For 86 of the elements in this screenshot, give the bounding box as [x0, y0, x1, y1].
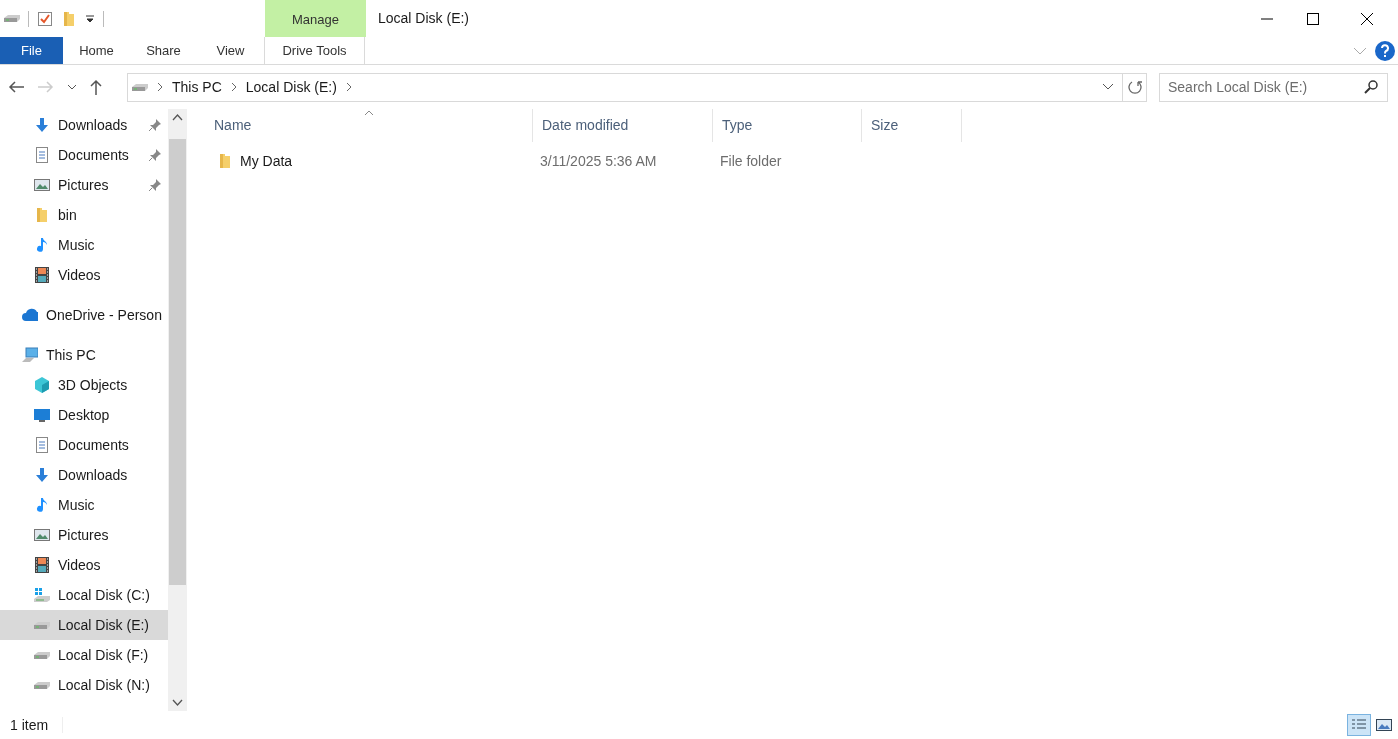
- film-icon: [34, 267, 50, 283]
- music-note-icon: [34, 497, 50, 513]
- cube-icon: [34, 377, 50, 393]
- film-icon: [34, 557, 50, 573]
- sidebar-item[interactable]: Pictures: [0, 520, 168, 550]
- column-header[interactable]: Size: [862, 109, 962, 142]
- computer-icon: [22, 347, 38, 363]
- item-count: 1 item: [10, 715, 49, 735]
- date-cell-text: 3/11/2025 5:36 AM: [539, 151, 658, 171]
- sidebar-item[interactable]: Pictures: [0, 170, 168, 200]
- download-icon: [34, 467, 50, 483]
- picture-icon: [34, 527, 50, 543]
- sidebar-item[interactable]: This PC: [0, 340, 168, 370]
- sidebar-item[interactable]: Downloads: [0, 460, 168, 490]
- large-icons-view-icon: [1376, 719, 1392, 731]
- file-name[interactable]: My Data: [240, 150, 293, 172]
- chevron-icon: [345, 82, 352, 92]
- sidebar-item[interactable]: bin: [0, 200, 168, 230]
- folder-icon: [217, 153, 231, 169]
- ribbon-tab[interactable]: Drive Tools: [264, 37, 365, 64]
- pin-icon[interactable]: [148, 148, 162, 162]
- sidebar-item[interactable]: Desktop: [0, 400, 168, 430]
- drive-icon: [34, 651, 50, 659]
- download-icon: [34, 117, 50, 133]
- chevron-icon: [230, 82, 237, 92]
- sidebar-item[interactable]: Videos: [0, 550, 168, 580]
- refresh-button[interactable]: [1123, 72, 1147, 102]
- details-view-icon: [1352, 719, 1366, 731]
- pin-icon[interactable]: [148, 118, 162, 132]
- drive-icon: [34, 587, 50, 603]
- ribbon-tab[interactable]: View: [197, 37, 264, 64]
- up-icon[interactable]: [90, 79, 102, 95]
- help-icon: [1380, 43, 1390, 58]
- scrollbar[interactable]: [168, 109, 187, 711]
- close-icon: [1361, 12, 1373, 25]
- picture-icon: [34, 177, 50, 193]
- column-header[interactable]: Type: [713, 109, 862, 142]
- sidebar-item[interactable]: Documents: [0, 140, 168, 170]
- drive-icon: [34, 621, 50, 629]
- sidebar-item[interactable]: Local Disk (F:): [0, 640, 168, 670]
- drive-icon: [4, 15, 20, 22]
- expand-ribbon-icon[interactable]: [1353, 45, 1367, 56]
- back-icon[interactable]: [8, 80, 24, 94]
- manage-tab-header: Manage: [265, 0, 366, 37]
- ribbon-tab[interactable]: File: [0, 37, 63, 64]
- cloud-icon: [22, 307, 38, 323]
- dropdown-icon[interactable]: [1102, 83, 1114, 91]
- sidebar-item[interactable]: Local Disk (C:): [0, 580, 168, 610]
- search-field[interactable]: Search Local Disk (E:): [1159, 72, 1388, 102]
- search-icon: [1364, 79, 1378, 94]
- sidebar-item[interactable]: Documents: [0, 430, 168, 460]
- ribbon-tab[interactable]: Home: [63, 37, 130, 64]
- address-bar[interactable]: This PC Local Disk (E:): [127, 72, 1123, 102]
- monitor-icon: [34, 407, 50, 423]
- recent-locations-icon[interactable]: [68, 84, 76, 90]
- refresh-icon: [1127, 80, 1142, 94]
- column-header[interactable]: Name: [205, 109, 533, 142]
- sidebar-item[interactable]: Local Disk (N:): [0, 670, 168, 700]
- document-icon: [34, 437, 50, 453]
- folder-icon[interactable]: [61, 10, 77, 27]
- scrollbar-thumb[interactable]: [169, 139, 186, 585]
- pin-icon[interactable]: [148, 178, 162, 192]
- properties-icon[interactable]: [37, 10, 53, 27]
- folder-icon: [34, 207, 50, 223]
- document-icon: [34, 147, 50, 163]
- breadcrumb[interactable]: Local Disk (E:): [245, 76, 337, 98]
- column-header[interactable]: Date modified: [533, 109, 713, 142]
- ribbon-tab[interactable]: Share: [130, 37, 197, 64]
- sidebar-item[interactable]: Local Disk (E:): [0, 610, 168, 640]
- drive-icon: [132, 83, 148, 91]
- sidebar-item[interactable]: Downloads: [0, 110, 168, 140]
- help-button[interactable]: [1375, 40, 1395, 61]
- sidebar-item[interactable]: 3D Objects: [0, 370, 168, 400]
- sidebar-item[interactable]: OneDrive - Person: [0, 300, 168, 330]
- chevron-icon: [157, 82, 163, 92]
- maximize-icon: [1307, 12, 1319, 25]
- sidebar-item[interactable]: Music: [0, 490, 168, 520]
- music-note-icon: [34, 237, 50, 253]
- sidebar-item[interactable]: Videos: [0, 260, 168, 290]
- drive-icon: [34, 681, 50, 689]
- window-title: Local Disk (E:): [377, 9, 471, 28]
- breadcrumb[interactable]: This PC: [172, 76, 222, 98]
- sort-ascending-icon: [364, 110, 374, 116]
- dropdown-icon[interactable]: [85, 13, 95, 24]
- sidebar-item[interactable]: Music: [0, 230, 168, 260]
- type-cell-text: File folder: [719, 151, 783, 171]
